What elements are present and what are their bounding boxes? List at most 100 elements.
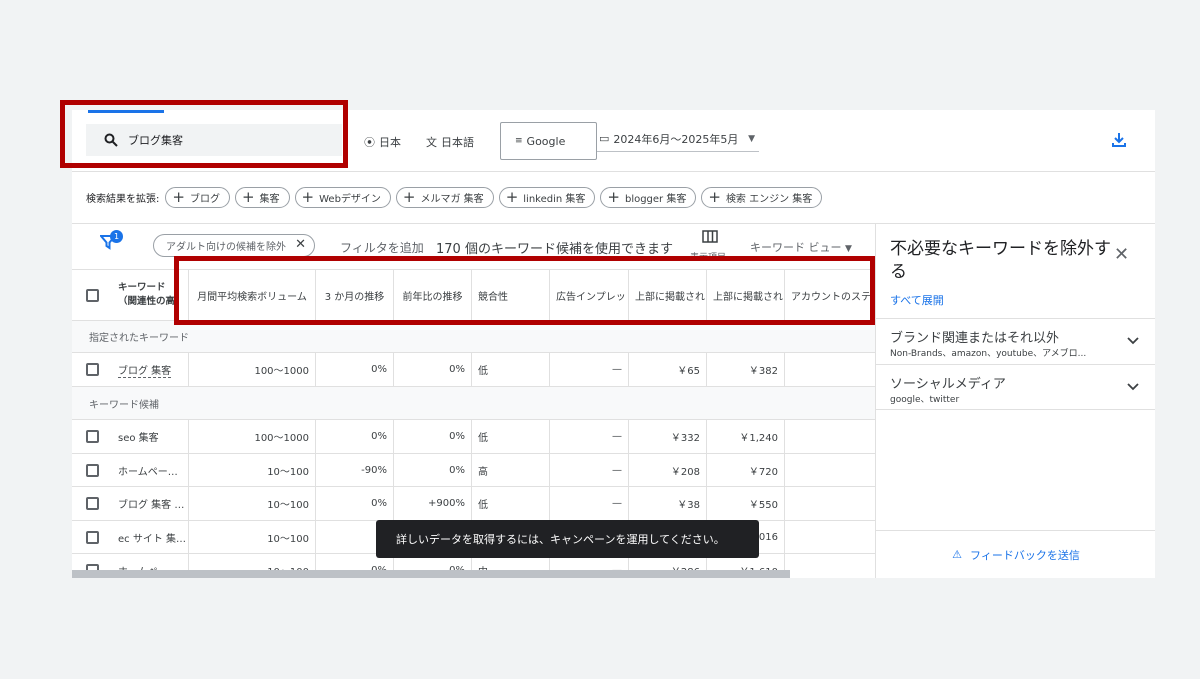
checkbox[interactable]	[85, 530, 99, 544]
chip-label: メルマガ 集客	[420, 194, 484, 205]
chevron-down-icon[interactable]	[1126, 379, 1140, 393]
network-selector[interactable]: ≡ Google	[500, 122, 597, 160]
category-social[interactable]: ソーシャルメディア google、twitter	[876, 364, 1155, 410]
cell-competition: 低	[472, 487, 550, 520]
chip-label: linkedin 集客	[523, 194, 586, 205]
cell-keyword: ブログ 集客 …	[112, 487, 189, 520]
expand-chip[interactable]: + メルマガ 集客	[395, 187, 494, 208]
checkbox[interactable]	[85, 430, 99, 443]
header-keyword-line1: キーワード	[118, 282, 166, 293]
group-specified-label: 指定されたキーワード	[72, 321, 875, 353]
row-checkbox[interactable]	[72, 487, 112, 520]
feedback-icon: ⚠	[952, 548, 963, 561]
expand-chip[interactable]: + 検索 エンジン 集客	[701, 187, 823, 208]
search-network-icon: ≡	[515, 136, 523, 146]
horizontal-scrollbar[interactable]	[72, 570, 790, 578]
cell-competition: 低	[472, 353, 550, 386]
cell-three-month: -90%	[316, 454, 394, 486]
plus-icon: +	[301, 188, 315, 206]
cell-yoy: 0%	[394, 454, 472, 486]
row-checkbox[interactable]	[72, 521, 112, 553]
row-checkbox[interactable]	[72, 454, 112, 486]
keyword-count: 170 個のキーワード候補を使用できます	[436, 242, 673, 257]
category-title: ソーシャルメディア	[890, 377, 1006, 392]
expand-chip[interactable]: + 集客	[234, 187, 290, 208]
cell-impression: —	[550, 420, 629, 453]
cell-yoy: 0%	[394, 420, 472, 453]
location-label: 日本	[379, 136, 401, 149]
cell-competition: 高	[472, 454, 550, 486]
cell-keyword: seo 集客	[112, 420, 189, 453]
category-brand[interactable]: ブランド関連またはそれ以外 Non-Brands、amazon、youtube、…	[876, 318, 1155, 364]
keyword-view-label: キーワード ビュー	[750, 241, 842, 254]
network-label: Google	[526, 134, 566, 148]
cell-account-status	[785, 420, 875, 453]
date-range-selector[interactable]: ▭ 2024年6月〜2025年5月 ▼	[597, 126, 759, 152]
header-keyword-line2: （関連性の高	[118, 296, 176, 307]
category-title: ブランド関連またはそれ以外	[890, 331, 1060, 346]
download-icon[interactable]	[1109, 130, 1129, 150]
snackbar-toast: 詳しいデータを取得するには、キャンペーンを運用してください。	[376, 520, 759, 558]
expand-all-link[interactable]: すべて展開	[890, 292, 944, 308]
expand-chip[interactable]: + blogger 集客	[600, 187, 697, 208]
row-checkbox[interactable]	[72, 353, 112, 386]
dropdown-caret-icon: ▼	[845, 244, 852, 254]
cell-keyword: ホームペー…	[112, 454, 189, 486]
cell-competition: 低	[472, 420, 550, 453]
chip-label: 検索 エンジン 集客	[725, 194, 813, 205]
translate-icon: 文	[426, 136, 437, 149]
table-row[interactable]: ホームペー… 10～100 -90% 0% 高 — ￥208 ￥720	[72, 454, 875, 487]
columns-icon[interactable]	[702, 230, 718, 243]
cell-high-bid: ￥382	[707, 353, 785, 386]
plus-icon: +	[172, 188, 185, 206]
keyword-view-dropdown[interactable]: キーワード ビュー ▼	[750, 239, 852, 255]
row-checkbox[interactable]	[72, 420, 112, 453]
cell-account-status	[785, 454, 875, 486]
adult-filter-label: アダルト向けの候補を除外	[166, 242, 286, 253]
cell-high-bid: ￥1,240	[707, 420, 785, 453]
expand-chip[interactable]: + Webデザイン	[294, 187, 391, 208]
expand-chip[interactable]: + ブログ	[165, 187, 230, 208]
keyword-planner-app: ブログ 集客 ⦿ 日本 文 日本語 ≡ Google ▭ 2024年6月〜2025…	[72, 110, 1155, 578]
feedback-button[interactable]: ⚠ フィードバックを送信	[876, 530, 1155, 578]
expand-chip[interactable]: + linkedin 集客	[498, 187, 596, 208]
location-selector[interactable]: ⦿ 日本	[364, 134, 401, 150]
close-icon[interactable]: ✕	[1114, 244, 1129, 265]
calendar-icon: ▭	[599, 132, 610, 145]
highlight-box-search	[60, 100, 348, 168]
checkbox[interactable]	[85, 288, 99, 302]
cell-low-bid: ￥332	[629, 420, 707, 453]
cell-keyword: ブログ 集客	[112, 353, 189, 386]
table-row[interactable]: ブログ 集客 100～1000 0% 0% 低 — ￥65 ￥382	[72, 353, 875, 387]
close-icon[interactable]: ✕	[295, 237, 306, 252]
plus-icon: +	[607, 188, 620, 206]
date-range-label: 2024年6月〜2025年5月	[613, 132, 739, 146]
cell-three-month: 0%	[316, 420, 394, 453]
chevron-down-icon[interactable]	[1126, 333, 1140, 347]
plus-icon: +	[241, 188, 255, 206]
add-filter-button[interactable]: フィルタを追加	[340, 239, 424, 256]
select-all-checkbox[interactable]	[72, 270, 112, 320]
cell-impression: —	[550, 353, 629, 386]
cell-three-month: 0%	[316, 487, 394, 520]
cell-account-status	[785, 353, 875, 386]
adult-filter-chip[interactable]: アダルト向けの候補を除外 ✕	[153, 234, 315, 257]
expand-results-row: 検索結果を拡張: + ブログ + 集客 + Webデザイン + メルマガ 集客 + lin…	[72, 172, 1155, 224]
checkbox[interactable]	[85, 463, 99, 477]
cell-volume: 10～100	[189, 454, 316, 486]
cell-low-bid: ￥38	[629, 487, 707, 520]
cell-volume: 100～1000	[189, 420, 316, 453]
checkbox[interactable]	[85, 363, 99, 376]
cell-volume: 10～100	[189, 521, 316, 553]
plus-icon: +	[505, 188, 519, 206]
dropdown-caret-icon: ▼	[748, 133, 755, 144]
checkbox[interactable]	[85, 497, 99, 510]
cell-yoy: 0%	[394, 353, 472, 386]
panel-title: 不必要なキーワードを除外する	[890, 239, 1111, 282]
table-row[interactable]: ブログ 集客 … 10～100 0% +900% 低 — ￥38 ￥550	[72, 487, 875, 521]
language-selector[interactable]: 文 日本語	[426, 134, 474, 150]
keyword-text: ブログ 集客	[118, 362, 172, 378]
cell-low-bid: ￥65	[629, 353, 707, 386]
plus-icon: +	[708, 188, 721, 206]
table-row[interactable]: seo 集客 100～1000 0% 0% 低 — ￥332 ￥1,240	[72, 420, 875, 454]
